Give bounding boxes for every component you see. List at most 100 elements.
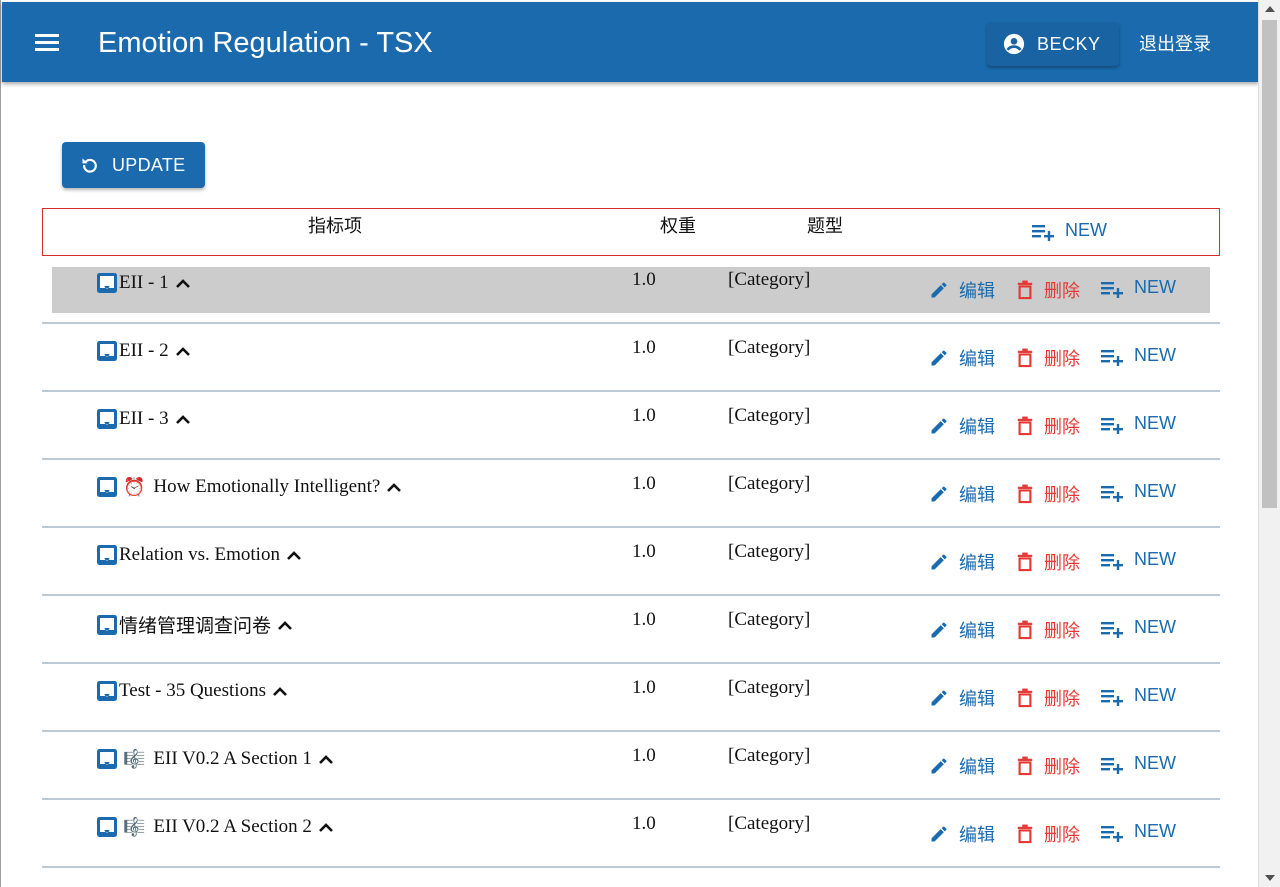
pencil-icon — [931, 350, 947, 366]
row-name-cell[interactable]: 情绪管理调查问卷 — [95, 611, 293, 638]
table-row[interactable]: 情绪管理调查问卷 1.0 [Category] 编辑 删除 NEW — [42, 596, 1220, 664]
table-row[interactable]: EII - 1 1.0 [Category] 编辑 删除 NEW — [42, 256, 1220, 324]
trash-icon — [1017, 416, 1033, 436]
chevron-up-icon[interactable] — [386, 481, 402, 493]
new-child-button[interactable]: NEW — [1100, 277, 1176, 298]
logout-link[interactable]: 退出登录 — [1139, 32, 1211, 56]
row-emoji: ⏰ — [123, 476, 146, 498]
row-type: [Category] — [728, 813, 811, 834]
row-name: EII - 1 — [119, 272, 169, 293]
edit-button[interactable]: 编辑 — [929, 685, 995, 711]
edit-label: 编辑 — [959, 689, 995, 709]
delete-button[interactable]: 删除 — [1016, 481, 1080, 507]
delete-button[interactable]: 删除 — [1016, 277, 1080, 303]
edit-button[interactable]: 编辑 — [929, 345, 995, 371]
delete-button[interactable]: 删除 — [1016, 345, 1080, 371]
delete-button[interactable]: 删除 — [1016, 821, 1080, 847]
delete-button[interactable]: 删除 — [1016, 753, 1080, 779]
delete-button[interactable]: 删除 — [1016, 549, 1080, 575]
pencil-icon — [931, 486, 947, 502]
chevron-up-icon[interactable] — [175, 345, 191, 357]
update-label: UPDATE — [112, 154, 186, 175]
row-name: Test - 35 Questions — [119, 680, 266, 701]
edit-label: 编辑 — [959, 757, 995, 777]
scroll-up-icon[interactable] — [1265, 6, 1275, 12]
new-child-button[interactable]: NEW — [1100, 821, 1176, 842]
table-row[interactable]: 🎼 EII V0.2 A Section 1 1.0 [Category] 编辑 删除 NE… — [42, 732, 1220, 800]
inbox-icon — [97, 681, 117, 701]
table-row[interactable]: ⏰ How Emotionally Intelligent? 1.0 [Categor… — [42, 460, 1220, 528]
edit-button[interactable]: 编辑 — [929, 617, 995, 643]
delete-button[interactable]: 删除 — [1016, 413, 1080, 439]
row-name-cell[interactable]: EII - 2 — [95, 339, 191, 363]
scroll-down-icon[interactable] — [1265, 875, 1275, 881]
update-button[interactable]: UPDATE — [62, 142, 205, 188]
playlist-add-icon — [1101, 281, 1123, 298]
new-label: NEW — [1134, 685, 1176, 705]
new-child-button[interactable]: NEW — [1100, 685, 1176, 706]
chevron-up-icon[interactable] — [272, 685, 288, 697]
chevron-up-icon[interactable] — [318, 753, 334, 765]
new-child-button[interactable]: NEW — [1100, 549, 1176, 570]
table-row[interactable]: 🎼 EII V0.2 A Section 2 1.0 [Category] 编辑 删除 NE… — [42, 800, 1220, 868]
header-weight: 权重 — [660, 216, 696, 236]
inbox-icon — [97, 614, 117, 635]
new-child-button[interactable]: NEW — [1100, 413, 1176, 434]
table-row[interactable]: EII - 3 1.0 [Category] 编辑 删除 NEW — [42, 392, 1220, 460]
table-row[interactable]: Test - 35 Questions 1.0 [Category] 编辑 删除 NEW — [42, 664, 1220, 732]
trash-icon — [1017, 552, 1033, 572]
new-label: NEW — [1134, 277, 1176, 297]
chevron-up-icon[interactable] — [175, 277, 191, 289]
trash-icon — [1017, 688, 1033, 708]
edit-button[interactable]: 编辑 — [929, 277, 995, 303]
table-row[interactable]: EII - 2 1.0 [Category] 编辑 删除 NEW — [42, 324, 1220, 392]
row-name-cell[interactable]: EII - 3 — [95, 407, 191, 431]
new-child-button[interactable]: NEW — [1100, 345, 1176, 366]
row-weight: 1.0 — [632, 337, 656, 358]
row-weight: 1.0 — [632, 745, 656, 766]
row-name-cell[interactable]: Test - 35 Questions — [95, 679, 288, 703]
row-name: EII V0.2 A Section 1 — [153, 748, 312, 769]
edit-button[interactable]: 编辑 — [929, 481, 995, 507]
playlist-add-icon — [1101, 553, 1123, 570]
scroll-thumb[interactable] — [1262, 20, 1277, 508]
user-button[interactable]: BECKY — [987, 22, 1119, 66]
pencil-icon — [931, 418, 947, 434]
trash-icon — [1017, 280, 1033, 300]
edit-button[interactable]: 编辑 — [929, 413, 995, 439]
row-weight: 1.0 — [632, 813, 656, 834]
edit-button[interactable]: 编辑 — [929, 549, 995, 575]
row-name-cell[interactable]: ⏰ How Emotionally Intelligent? — [95, 475, 402, 499]
delete-button[interactable]: 删除 — [1016, 617, 1080, 643]
row-name-cell[interactable]: 🎼 EII V0.2 A Section 1 — [95, 747, 334, 771]
new-label: NEW — [1134, 549, 1176, 569]
chevron-up-icon[interactable] — [277, 619, 293, 631]
row-name-cell[interactable]: EII - 1 — [95, 271, 191, 295]
chevron-up-icon[interactable] — [286, 549, 302, 561]
app-title: Emotion Regulation - TSX — [98, 27, 433, 59]
new-child-button[interactable]: NEW — [1100, 617, 1176, 638]
edit-label: 编辑 — [959, 553, 995, 573]
playlist-add-icon — [1101, 757, 1123, 774]
menu-icon[interactable] — [34, 30, 62, 56]
new-child-button[interactable]: NEW — [1100, 481, 1176, 502]
edit-button[interactable]: 编辑 — [929, 821, 995, 847]
new-child-button[interactable]: NEW — [1100, 753, 1176, 774]
pencil-icon — [931, 282, 947, 298]
row-name-cell[interactable]: Relation vs. Emotion — [95, 543, 302, 567]
trash-icon — [1017, 348, 1033, 368]
trash-icon — [1017, 824, 1033, 844]
delete-label: 删除 — [1044, 621, 1080, 641]
pencil-icon — [931, 826, 947, 842]
trash-icon — [1017, 484, 1033, 504]
row-name-cell[interactable]: 🎼 EII V0.2 A Section 2 — [95, 815, 334, 839]
new-label: NEW — [1134, 481, 1176, 501]
vertical-scrollbar[interactable] — [1258, 0, 1280, 887]
edit-button[interactable]: 编辑 — [929, 753, 995, 779]
delete-button[interactable]: 删除 — [1016, 685, 1080, 711]
table-row[interactable]: Relation vs. Emotion 1.0 [Category] 编辑 删除 NEW — [42, 528, 1220, 596]
header-new-button[interactable]: NEW — [1031, 220, 1107, 241]
chevron-up-icon[interactable] — [318, 821, 334, 833]
chevron-up-icon[interactable] — [175, 413, 191, 425]
row-weight: 1.0 — [632, 405, 656, 426]
